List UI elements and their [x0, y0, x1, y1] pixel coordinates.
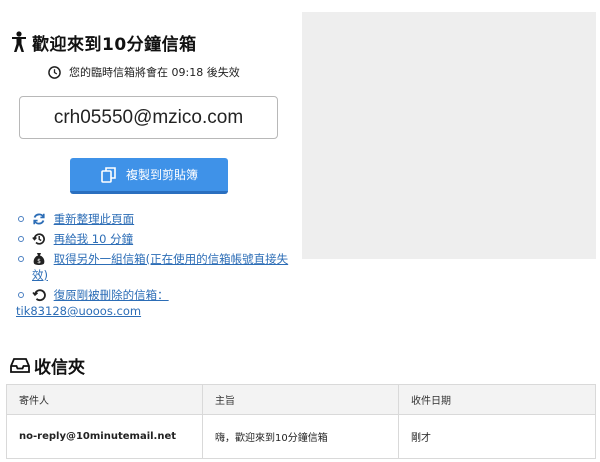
table-header-row: 寄件人 主旨 收件日期 — [6, 384, 596, 415]
message-sender[interactable]: no-reply@10minutemail.net — [6, 414, 203, 459]
message-date[interactable]: 剛才 — [398, 414, 596, 459]
undo-icon — [32, 289, 46, 302]
list-item: $ 取得另外一組信箱(正在使用的信箱帳號直接失效) — [16, 251, 296, 283]
column-header-date: 收件日期 — [398, 384, 596, 415]
copy-icon — [101, 166, 116, 183]
money-bag-icon: $ — [33, 253, 45, 265]
ad-placeholder — [302, 12, 596, 259]
copy-button-label: 複製到剪貼簿 — [125, 168, 198, 182]
action-list: 重新整理此頁面 再給我 10 分鐘 $ 取得另外一組信箱(正在使用的信箱帳號直接… — [16, 211, 296, 323]
extend-time-link[interactable]: 再給我 10 分鐘 — [54, 232, 133, 246]
list-bullet — [18, 292, 24, 298]
page-title: 歡迎來到10分鐘信箱 — [32, 34, 197, 55]
inbox-heading: 收信夾 — [10, 354, 85, 378]
restore-address-link[interactable]: 復原剛被刪除的信箱： — [54, 288, 169, 302]
inbox-icon — [10, 358, 30, 373]
expiry-text: 您的臨時信箱將會在 09:18 後失效 — [69, 66, 240, 79]
column-header-sender: 寄件人 — [6, 384, 203, 415]
inbox-table: 寄件人 主旨 收件日期 no-reply@10minutemail.net 嗨，… — [6, 384, 596, 459]
clock-icon — [48, 65, 61, 79]
restore-address-email[interactable]: tik83128@uooos.com — [16, 304, 141, 318]
copy-to-clipboard-button[interactable]: 複製到剪貼簿 — [70, 158, 228, 194]
list-bullet — [18, 216, 24, 222]
refresh-icon — [33, 213, 45, 225]
page-title-row: 歡迎來到10分鐘信箱 — [10, 30, 197, 55]
table-row[interactable]: no-reply@10minutemail.net 嗨，歡迎來到10分鐘信箱 剛… — [6, 414, 596, 459]
new-address-link[interactable]: 取得另外一組信箱(正在使用的信箱帳號直接失效) — [32, 252, 288, 282]
list-bullet — [18, 236, 24, 242]
person-icon — [12, 31, 26, 52]
history-icon — [32, 233, 45, 245]
email-address-field[interactable]: crh05550@mzico.com — [19, 96, 278, 139]
svg-text:$: $ — [37, 258, 41, 265]
list-bullet — [18, 256, 24, 262]
list-item: 再給我 10 分鐘 — [16, 231, 296, 247]
list-item: 復原剛被刪除的信箱： tik83128@uooos.com — [16, 287, 296, 319]
inbox-title: 收信夾 — [34, 357, 85, 378]
list-item: 重新整理此頁面 — [16, 211, 296, 227]
expiry-notice: 您的臨時信箱將會在 09:18 後失效 — [48, 63, 240, 81]
column-header-subject: 主旨 — [202, 384, 399, 415]
message-subject[interactable]: 嗨，歡迎來到10分鐘信箱 — [202, 414, 399, 459]
refresh-page-link[interactable]: 重新整理此頁面 — [54, 212, 135, 226]
email-address-text[interactable]: crh05550@mzico.com — [54, 107, 243, 129]
